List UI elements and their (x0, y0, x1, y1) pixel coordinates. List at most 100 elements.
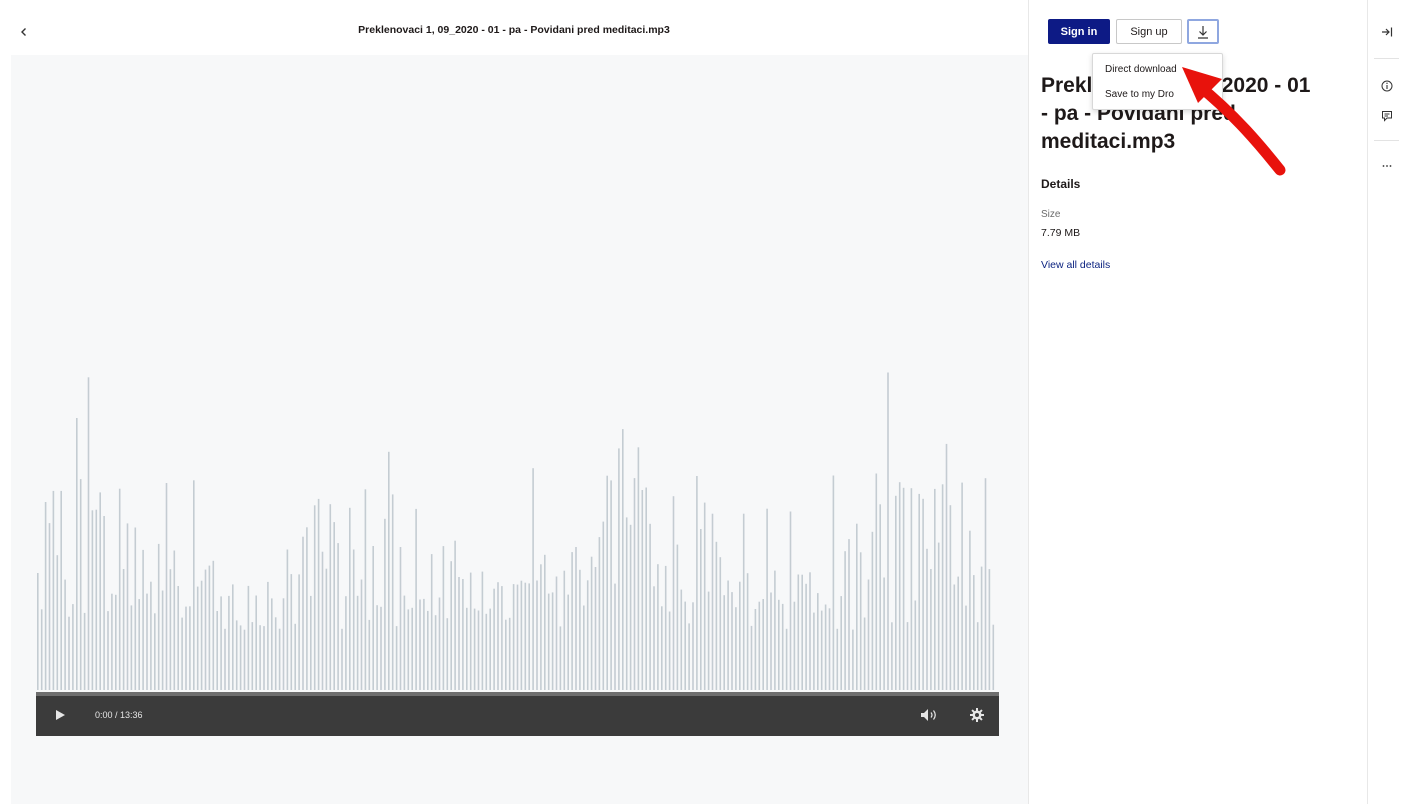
waveform-bar (107, 611, 109, 690)
waveform-bar (828, 608, 831, 690)
details-sidebar: Sign in Sign up Prekl 9_2020 - 01 - pa - … (1029, 0, 1367, 804)
waveform-bar (856, 523, 858, 690)
waveform-bar (680, 589, 683, 690)
waveform-bar (399, 547, 402, 690)
waveform-bar (286, 549, 289, 690)
waveform-bar (68, 616, 70, 690)
waveform-bar (961, 482, 963, 690)
back-button[interactable] (14, 22, 34, 42)
more-icon (1382, 165, 1392, 167)
play-button[interactable] (50, 705, 70, 725)
waveform-bar (813, 612, 815, 690)
volume-button[interactable] (919, 705, 941, 725)
waveform-bar (91, 510, 94, 690)
waveform-bar (781, 603, 784, 690)
waveform-bar (801, 574, 803, 690)
waveform-bar (407, 609, 410, 690)
waveform-bar (735, 607, 737, 690)
waveform-bar (949, 505, 952, 690)
waveform-bar (224, 628, 226, 690)
waveform-bar (551, 592, 554, 690)
waveform-bar (95, 509, 98, 690)
waveform-bar (797, 574, 800, 690)
waveform-bar (185, 606, 187, 690)
waveform-bar (945, 443, 948, 690)
waveform-bar (430, 554, 433, 690)
waveform-bar (427, 610, 429, 690)
save-to-dropbox-item[interactable]: Save to my Dro (1105, 89, 1174, 100)
waveform-bar (462, 579, 464, 690)
waveform-bar (934, 488, 936, 690)
waveform-bar (536, 580, 538, 690)
waveform-bar (547, 593, 550, 690)
waveform-bar (941, 484, 944, 690)
waveform-bar (914, 600, 917, 690)
waveform-bar (684, 601, 686, 690)
waveform-bar (602, 521, 605, 690)
info-icon (1381, 80, 1393, 92)
waveform-bar (290, 574, 293, 690)
waveform-bar (325, 568, 328, 690)
waveform-bar (520, 580, 523, 690)
sign-up-button[interactable]: Sign up (1116, 19, 1182, 44)
download-button[interactable] (1187, 19, 1219, 44)
download-icon (1198, 25, 1208, 39)
waveform-bar (770, 592, 772, 690)
waveform-bar (750, 625, 753, 690)
settings-button[interactable] (967, 705, 987, 725)
comments-button[interactable] (1377, 106, 1397, 126)
waveform-bar (302, 536, 304, 690)
waveform-bar (278, 628, 281, 690)
waveform-bar (976, 622, 979, 690)
waveform-bar (395, 626, 398, 690)
waveform-bar (442, 546, 445, 690)
sign-in-button[interactable]: Sign in (1048, 19, 1110, 44)
waveform-bar (785, 628, 788, 690)
waveform-bar (189, 606, 191, 690)
more-options-button[interactable] (1377, 156, 1397, 176)
collapse-panel-button[interactable] (1377, 22, 1397, 42)
play-icon (56, 710, 65, 720)
waveform-bar (329, 504, 332, 690)
waveform-bar (758, 601, 761, 690)
waveform-bar (122, 569, 125, 690)
waveform-bar (863, 617, 866, 690)
waveform-bar (668, 611, 671, 690)
direct-download-item[interactable]: Direct download (1105, 64, 1177, 75)
waveform-bar (540, 564, 542, 690)
waveform-bar (746, 573, 749, 690)
waveform (37, 372, 995, 690)
waveform-bar (625, 517, 628, 690)
waveform-bar (614, 583, 616, 690)
waveform-bar (871, 531, 874, 690)
waveform-bar (489, 608, 491, 690)
waveform-bar (832, 475, 835, 690)
waveform-bar (259, 625, 261, 690)
waveform-bar (372, 546, 374, 690)
waveform-bar (193, 480, 195, 690)
waveform-bar (696, 476, 698, 690)
waveform-bar (165, 483, 168, 690)
view-all-details-link[interactable]: View all details (1041, 259, 1110, 271)
waveform-bar (83, 612, 86, 690)
waveform-bar (364, 489, 367, 690)
waveform-bar (731, 592, 733, 690)
waveform-bar (774, 570, 776, 690)
waveform-bar (836, 628, 839, 690)
waveform-bar (239, 625, 242, 690)
top-bar: Preklenovaci 1, 09_2020 - 01 - pa - Povi… (0, 0, 1028, 62)
audio-player: 0:00 / 13:36 (36, 692, 999, 736)
file-title: Preklenovaci 1, 09_2020 - 01 - pa - Povi… (358, 24, 670, 36)
waveform-bar (40, 609, 43, 690)
size-value: 7.79 MB (1041, 227, 1081, 239)
waveform-bar (150, 581, 152, 690)
info-button[interactable] (1377, 76, 1397, 96)
waveform-bar (988, 569, 991, 690)
waveform-bar (466, 607, 468, 690)
waveform-bar (142, 549, 144, 690)
waveform-bar (973, 575, 975, 690)
waveform-bar (497, 582, 499, 690)
waveform-bar (419, 599, 421, 690)
waveform-bar (598, 537, 601, 690)
right-rail (1368, 0, 1405, 804)
